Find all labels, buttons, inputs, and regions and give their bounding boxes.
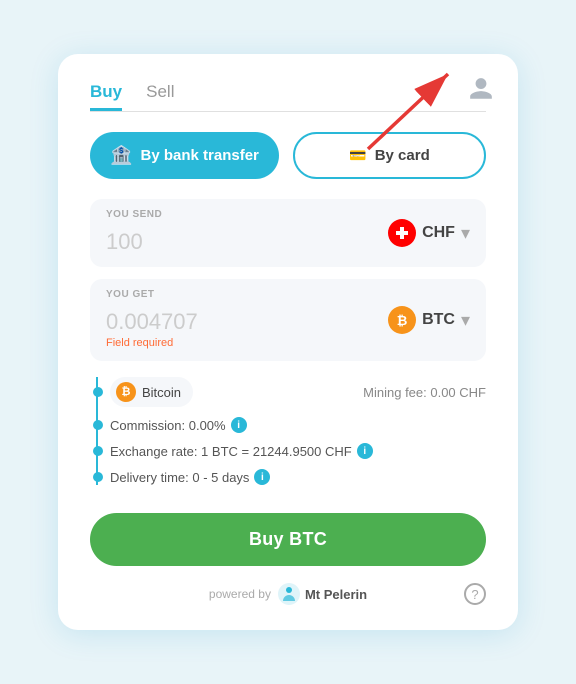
tab-divider: [90, 111, 486, 112]
buy-btc-button[interactable]: Buy BTC: [90, 513, 486, 566]
get-col: YOU GET 0.004707 Field required: [106, 291, 388, 349]
main-card: Buy Sell 🏦 By bank transfer 💳 By card YO…: [58, 54, 518, 630]
send-value[interactable]: 100: [106, 229, 388, 255]
get-value[interactable]: 0.004707: [106, 309, 388, 335]
send-label: YOU SEND: [106, 209, 162, 220]
get-currency-selector[interactable]: ₿ BTC ▾: [388, 306, 470, 334]
info-section: ₿ Bitcoin Mining fee: 0.00 CHF Commissio…: [90, 377, 486, 485]
send-currency-selector[interactable]: CHF ▾: [388, 219, 470, 247]
powered-by: powered by Mt Pelerin: [209, 582, 367, 606]
get-currency-code: BTC: [422, 311, 455, 329]
pelerin-icon: [277, 582, 301, 606]
commission-row: Commission: 0.00% i: [110, 417, 486, 433]
mining-fee-text: Mining fee: 0.00 CHF: [363, 385, 486, 400]
field-required-text: Field required: [106, 337, 388, 349]
bank-transfer-button[interactable]: 🏦 By bank transfer: [90, 132, 279, 179]
send-row: YOU SEND 100 CHF ▾: [90, 199, 486, 267]
get-chevron-icon: ▾: [461, 310, 470, 331]
exchange-info-icon[interactable]: i: [357, 443, 373, 459]
get-row: YOU GET 0.004707 Field required ₿ BTC ▾: [90, 279, 486, 361]
footer: powered by Mt Pelerin ?: [90, 582, 486, 606]
commission-info-icon[interactable]: i: [231, 417, 247, 433]
exchange-rate-row: Exchange rate: 1 BTC = 21244.9500 CHF i: [110, 443, 486, 459]
delivery-dot: [93, 472, 103, 482]
send-currency-code: CHF: [422, 224, 455, 242]
send-chevron-icon: ▾: [461, 223, 470, 244]
delivery-info-icon[interactable]: i: [254, 469, 270, 485]
get-label: YOU GET: [106, 289, 155, 300]
card-icon: 💳: [349, 147, 366, 164]
commission-dot: [93, 420, 103, 430]
tab-buy[interactable]: Buy: [90, 82, 122, 111]
exchange-rate-text: Exchange rate: 1 BTC = 21244.9500 CHF: [110, 444, 352, 459]
btc-small-icon: ₿: [116, 382, 136, 402]
bitcoin-tag[interactable]: ₿ Bitcoin: [110, 377, 193, 407]
bitcoin-label: Bitcoin: [142, 385, 181, 400]
btc-flag: ₿: [388, 306, 416, 334]
bank-transfer-label: By bank transfer: [141, 147, 259, 164]
pelerin-name: Mt Pelerin: [305, 587, 367, 602]
bitcoin-row: ₿ Bitcoin Mining fee: 0.00 CHF: [110, 377, 486, 407]
delivery-row: Delivery time: 0 - 5 days i: [110, 469, 486, 485]
card-label: By card: [375, 147, 430, 164]
bitcoin-dot: [93, 387, 103, 397]
powered-by-text: powered by: [209, 587, 271, 601]
bank-icon: 🏦: [110, 145, 132, 166]
exchange-dot: [93, 446, 103, 456]
commission-text: Commission: 0.00%: [110, 418, 226, 433]
card-button[interactable]: 💳 By card: [293, 132, 486, 179]
payment-options: 🏦 By bank transfer 💳 By card: [90, 132, 486, 179]
tab-sell[interactable]: Sell: [146, 82, 174, 111]
delivery-text: Delivery time: 0 - 5 days: [110, 470, 249, 485]
help-icon[interactable]: ?: [464, 583, 486, 605]
tab-bar: Buy Sell: [90, 82, 486, 111]
chf-flag: [388, 219, 416, 247]
pelerin-logo: Mt Pelerin: [277, 582, 367, 606]
profile-icon[interactable]: [468, 76, 494, 107]
